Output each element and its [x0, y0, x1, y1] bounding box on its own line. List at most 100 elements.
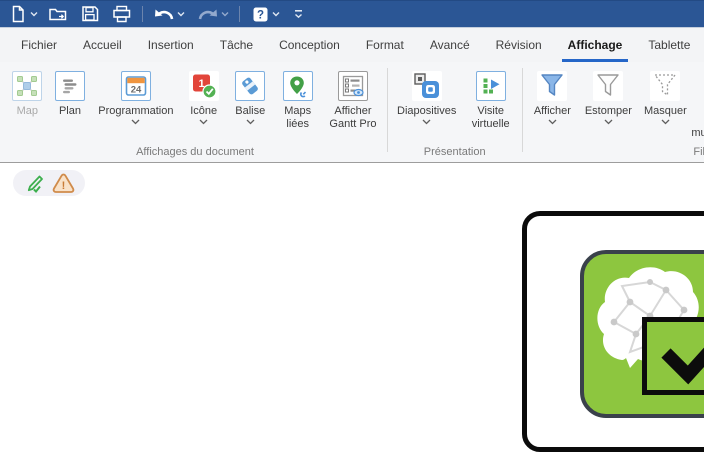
filtre-afficher-label: Afficher — [534, 105, 571, 118]
help-button[interactable]: ? — [250, 3, 270, 25]
afficher-gantt-pro-label: Afficher Gantt Pro — [322, 105, 384, 131]
chevron-down-icon[interactable] — [131, 119, 140, 125]
customize-toolbar-icon — [294, 9, 303, 19]
map-pin-link-icon — [286, 74, 310, 98]
chevron-down-icon[interactable] — [548, 119, 557, 125]
toolbar-separator — [239, 6, 240, 22]
visite-virtuelle-label: Visite virtuelle — [463, 105, 519, 131]
open-button[interactable] — [48, 3, 68, 25]
mindmap-root-node[interactable] — [522, 211, 704, 452]
plan-label: Plan — [59, 105, 81, 118]
help-dropdown[interactable] — [272, 11, 280, 17]
mindview-logo — [580, 250, 704, 418]
new-document-dropdown[interactable] — [30, 11, 38, 17]
ribbon-tab-bar: Fichier Accueil Insertion Tâche Concepti… — [0, 28, 704, 62]
group-label-affichages-du-document: Affichages du document — [6, 146, 384, 158]
tab-tache[interactable]: Tâche — [207, 28, 266, 62]
map-label: Map — [17, 105, 38, 118]
chevron-down-icon[interactable] — [199, 119, 208, 125]
redo-icon — [197, 6, 219, 22]
document-canvas[interactable]: ! — [0, 163, 704, 459]
icone-button[interactable]: 1 Icône — [180, 71, 227, 125]
tab-affichage[interactable]: Affichage — [555, 28, 636, 62]
checkmark-icon — [652, 327, 704, 385]
diapositives-button[interactable]: Diapositives — [391, 71, 463, 125]
help-question-mark: ? — [256, 9, 263, 21]
redo-button[interactable] — [197, 3, 219, 25]
mindmap-icon — [15, 74, 39, 98]
ribbon-group-filtre: Afficher Estomper — [525, 62, 704, 162]
filtre-estomper-label: Estomper — [585, 105, 632, 118]
gantt-eye-icon — [341, 74, 365, 98]
toolbar-separator — [142, 6, 143, 22]
programmation-button[interactable]: 24 Programmation — [91, 71, 180, 125]
undo-button[interactable] — [153, 3, 175, 25]
afficher-gantt-pro-button[interactable]: Afficher Gantt Pro — [322, 71, 384, 131]
map-button: Map — [6, 71, 49, 118]
ribbon-group-presentation: Diapositives Visite virtuelle — [391, 62, 519, 162]
tab-fichier[interactable]: Fichier — [8, 28, 70, 62]
chevron-down-icon — [272, 11, 280, 17]
ribbon: Map Plan 24 — [0, 62, 704, 163]
filter-filled-icon — [538, 72, 566, 100]
group-separator — [387, 68, 388, 152]
filter-dotted-icon — [651, 72, 679, 100]
tab-tablette[interactable]: Tablette — [635, 28, 703, 62]
slides-icon — [412, 71, 442, 101]
redo-dropdown[interactable] — [221, 11, 229, 17]
warning-exclamation: ! — [61, 180, 65, 192]
chevron-down-icon[interactable] — [604, 119, 613, 125]
filtre-afficher-button[interactable]: Afficher — [525, 71, 579, 125]
new-document-icon — [9, 5, 27, 23]
filtre-masquer-label: Masquer — [644, 105, 687, 118]
tab-accueil[interactable]: Accueil — [70, 28, 135, 62]
virtual-tour-icon — [479, 74, 503, 98]
group-label-filtre: Filtre — [693, 146, 704, 158]
tab-avance[interactable]: Avancé — [417, 28, 483, 62]
cutoff-button-label-fragment: mu — [691, 127, 704, 139]
customize-toolbar-button[interactable] — [288, 3, 308, 25]
titlebar: ? — [0, 0, 704, 28]
chevron-down-icon[interactable] — [246, 119, 255, 125]
chevron-down-icon — [177, 11, 185, 17]
save-button[interactable] — [80, 3, 100, 25]
help-icon: ? — [252, 6, 269, 23]
filtre-masquer-button[interactable]: Masquer — [637, 71, 693, 125]
print-button[interactable] — [112, 3, 132, 25]
new-document-button[interactable] — [8, 3, 28, 25]
tag-icon — [238, 74, 262, 98]
programmation-label: Programmation — [98, 105, 173, 118]
chevron-down-icon — [221, 11, 229, 17]
tab-format[interactable]: Format — [353, 28, 417, 62]
chevron-down-icon — [30, 11, 38, 17]
tab-conception[interactable]: Conception — [266, 28, 353, 62]
warning-icon[interactable]: ! — [51, 172, 76, 194]
balise-label: Balise — [235, 105, 265, 118]
balise-button[interactable]: Balise — [227, 71, 274, 125]
tab-insertion[interactable]: Insertion — [135, 28, 207, 62]
maps-liees-label: Maps liées — [273, 105, 321, 131]
print-icon — [112, 5, 132, 23]
filtre-estomper-button[interactable]: Estomper — [579, 71, 637, 125]
document-status-pill: ! — [13, 170, 85, 196]
checkmark-box — [642, 317, 704, 395]
pen-check-icon[interactable] — [23, 172, 46, 194]
tab-revision[interactable]: Révision — [483, 28, 555, 62]
undo-icon — [153, 6, 175, 22]
number-badge-icon: 1 — [190, 72, 218, 100]
maps-liees-button[interactable]: Maps liées — [273, 71, 321, 131]
outline-icon — [59, 75, 81, 97]
chevron-down-icon[interactable] — [661, 119, 670, 125]
undo-dropdown[interactable] — [177, 11, 185, 17]
plan-button[interactable]: Plan — [49, 71, 92, 118]
calendar-day-number: 24 — [131, 85, 142, 96]
ribbon-group-affichages-du-document: Map Plan 24 — [6, 62, 384, 162]
icone-label: Icône — [190, 105, 217, 118]
save-icon — [81, 5, 99, 23]
open-folder-icon — [48, 5, 68, 23]
visite-virtuelle-button[interactable]: Visite virtuelle — [463, 71, 519, 131]
diapositives-label: Diapositives — [397, 105, 456, 118]
chevron-down-icon[interactable] — [422, 119, 431, 125]
calendar-icon: 24 — [124, 74, 148, 98]
group-label-presentation: Présentation — [391, 146, 519, 158]
